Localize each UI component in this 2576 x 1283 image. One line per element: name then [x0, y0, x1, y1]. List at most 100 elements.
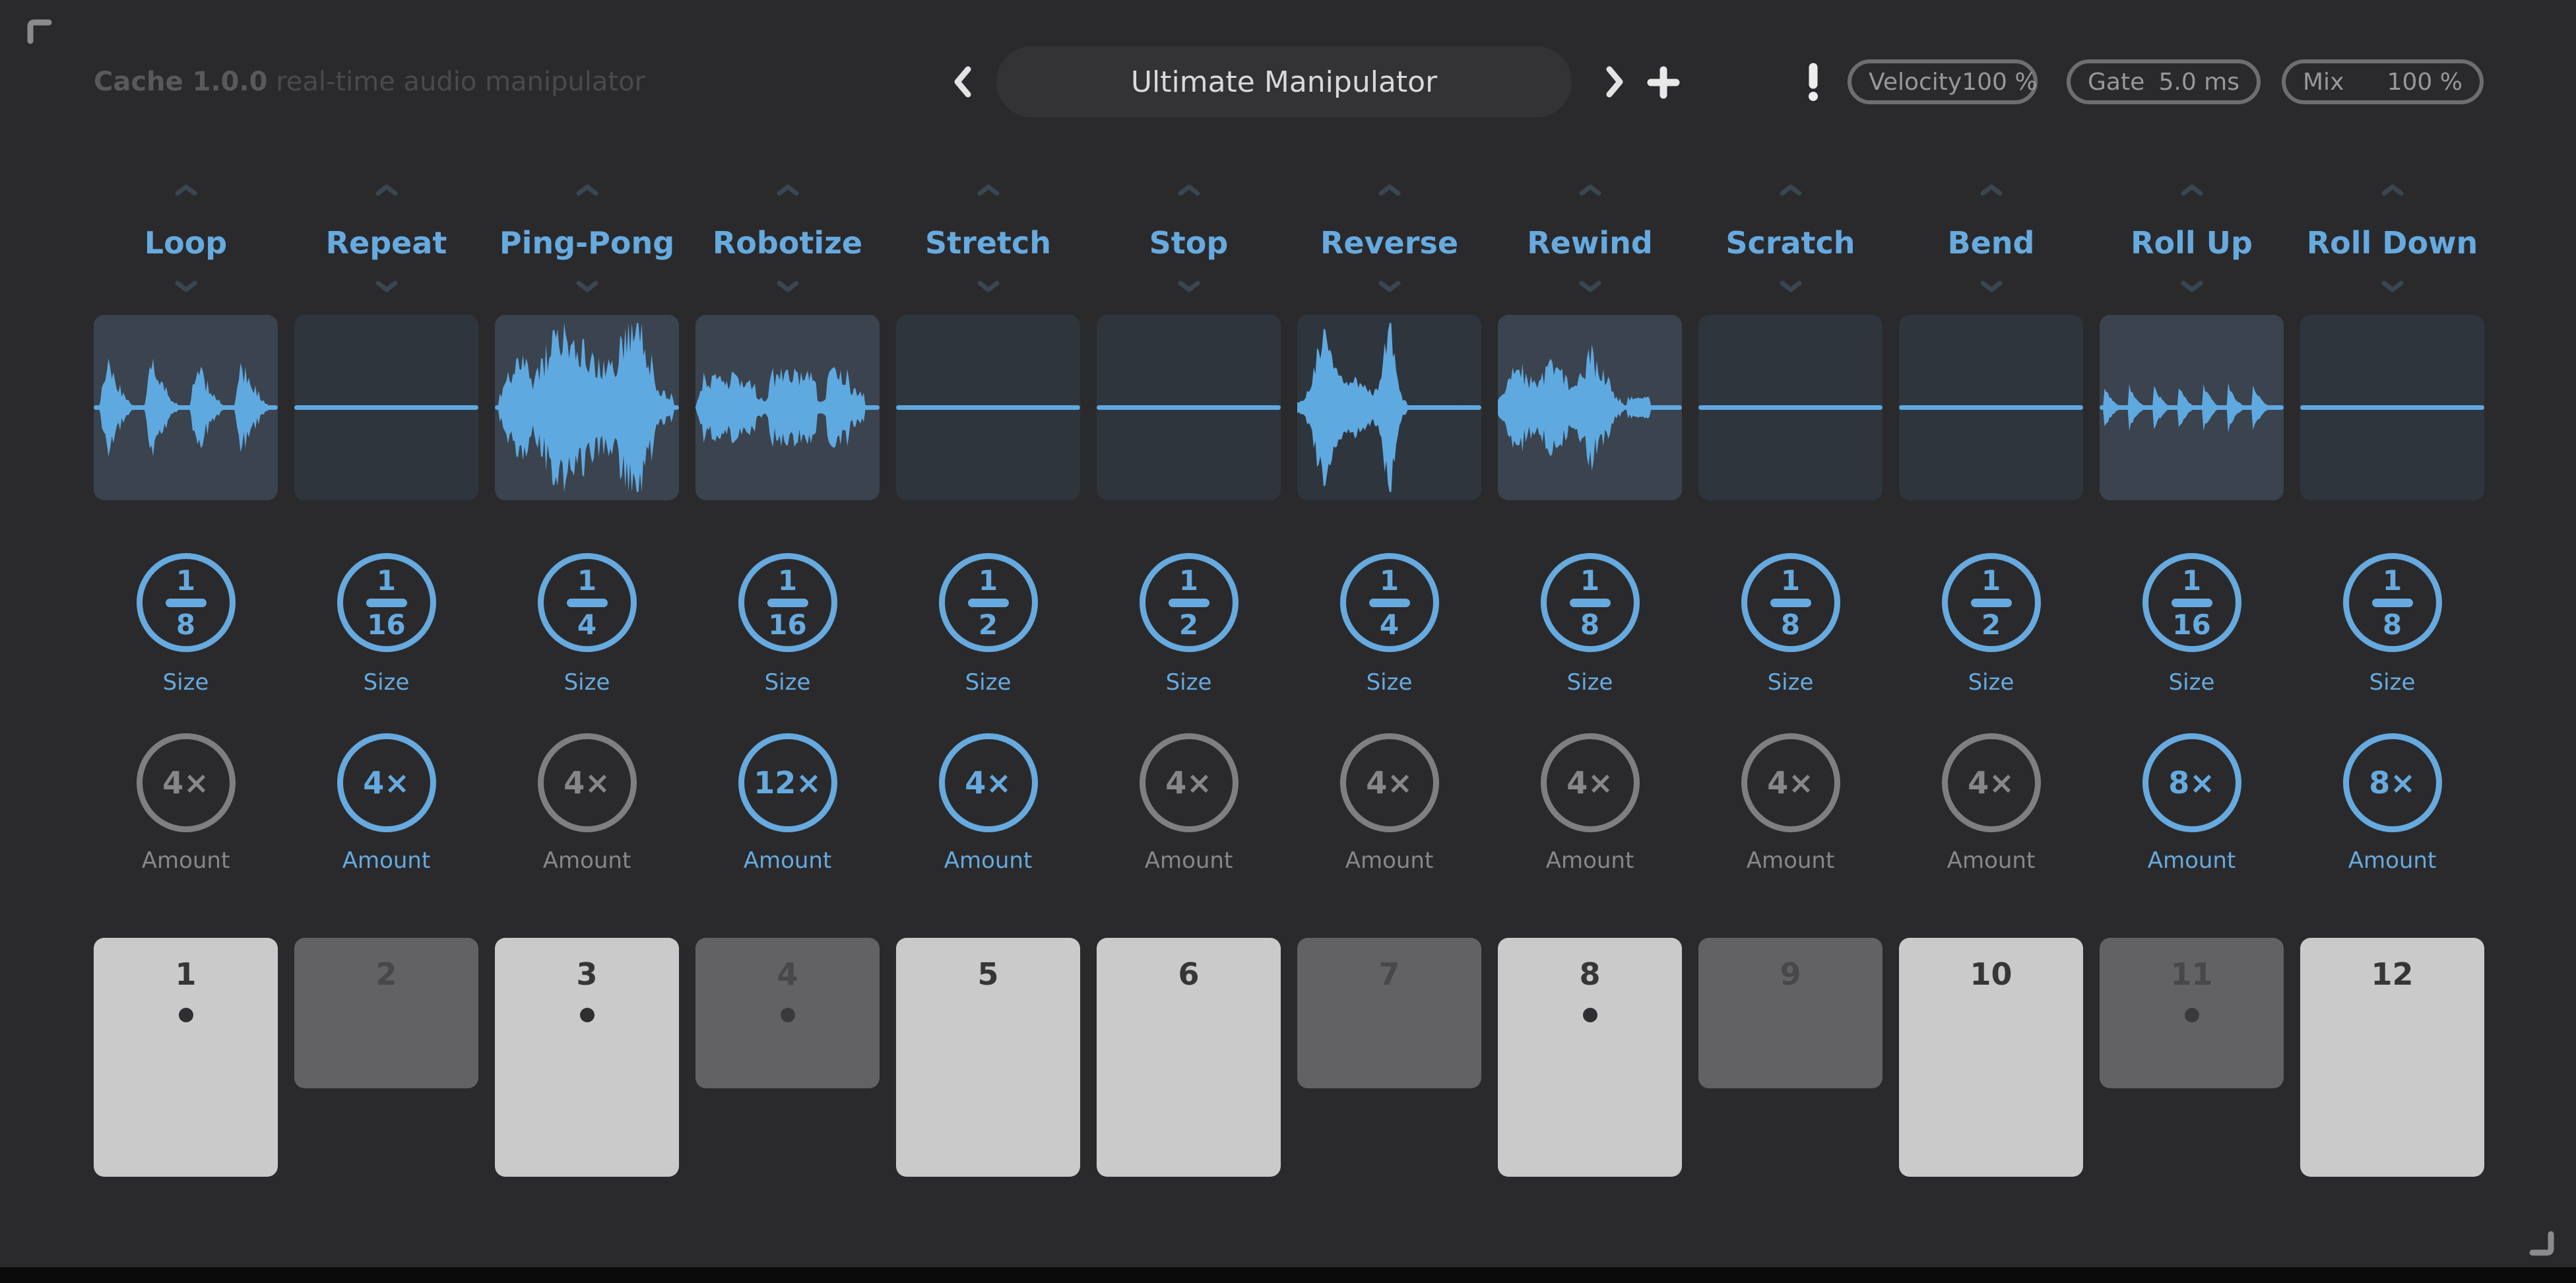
- effect-name[interactable]: Repeat: [326, 224, 447, 261]
- size-numerator: 1: [778, 567, 797, 595]
- amount-knob[interactable]: 12×: [738, 733, 837, 832]
- waveform-cell[interactable]: [294, 315, 478, 500]
- effect-name[interactable]: Stop: [1149, 224, 1229, 261]
- pad[interactable]: 11: [2100, 938, 2284, 1088]
- effect-up-selector[interactable]: [775, 183, 800, 197]
- effect-up-selector[interactable]: [976, 183, 1001, 197]
- amount-knob[interactable]: 4×: [1140, 733, 1239, 832]
- preset-add-button[interactable]: [1647, 66, 1680, 99]
- resize-corner-bottom-right-icon[interactable]: [2527, 1229, 2558, 1259]
- waveform-cell[interactable]: [1698, 315, 1883, 500]
- amount-knob[interactable]: 4×: [137, 733, 236, 832]
- effect-down-selector[interactable]: [1377, 280, 1402, 293]
- size-knob[interactable]: 1 8: [137, 553, 236, 652]
- effect-down-selector[interactable]: [1176, 280, 1202, 293]
- effect-down-selector[interactable]: [2179, 280, 2205, 293]
- pad[interactable]: 2: [294, 938, 478, 1088]
- effect-name[interactable]: Reverse: [1320, 224, 1458, 261]
- velocity-control[interactable]: Velocity 100 %: [1848, 59, 2038, 104]
- size-knob[interactable]: 1 8: [1741, 553, 1840, 652]
- pad[interactable]: 1: [94, 938, 278, 1177]
- amount-knob[interactable]: 4×: [1340, 733, 1439, 832]
- effect-name[interactable]: Scratch: [1725, 224, 1855, 261]
- velocity-label: Velocity: [1869, 69, 1962, 96]
- amount-knob[interactable]: 4×: [337, 733, 436, 832]
- pad[interactable]: 5: [896, 938, 1080, 1177]
- waveform-cell[interactable]: [2300, 315, 2484, 500]
- amount-knob[interactable]: 8×: [2142, 733, 2241, 832]
- waveform-cell[interactable]: [695, 315, 880, 500]
- effect-name[interactable]: Roll Up: [2131, 224, 2253, 261]
- size-numerator: 1: [1981, 567, 2001, 595]
- effect-name[interactable]: Rewind: [1527, 224, 1653, 261]
- effect-up-selector[interactable]: [1578, 183, 1603, 197]
- effect-down-selector[interactable]: [2380, 280, 2405, 293]
- amount-knob[interactable]: 4×: [1741, 733, 1840, 832]
- effect-down-selector[interactable]: [1778, 280, 1803, 293]
- size-knob[interactable]: 1 16: [738, 553, 837, 652]
- preset-next-button[interactable]: [1603, 65, 1626, 99]
- amount-knob[interactable]: 4×: [939, 733, 1038, 832]
- effect-up-selector[interactable]: [1778, 183, 1803, 197]
- effect-name[interactable]: Ping-Pong: [499, 224, 674, 261]
- pad[interactable]: 3: [495, 938, 679, 1177]
- size-knob[interactable]: 1 2: [1140, 553, 1239, 652]
- pad[interactable]: 4: [695, 938, 880, 1088]
- effect-down-selector[interactable]: [575, 280, 600, 293]
- effect-down-selector[interactable]: [174, 280, 199, 293]
- pad[interactable]: 9: [1698, 938, 1883, 1088]
- size-knob[interactable]: 1 16: [337, 553, 436, 652]
- effect-down-selector[interactable]: [374, 280, 399, 293]
- amount-knob[interactable]: 4×: [538, 733, 637, 832]
- size-knob[interactable]: 1 8: [2343, 553, 2442, 652]
- waveform-cell[interactable]: [1899, 315, 2083, 500]
- size-knob[interactable]: 1 16: [2142, 553, 2241, 652]
- waveform-cell[interactable]: [1498, 315, 1682, 500]
- mix-control[interactable]: Mix 100 %: [2282, 59, 2484, 104]
- pad[interactable]: 8: [1498, 938, 1682, 1177]
- effect-down-selector[interactable]: [976, 280, 1001, 293]
- effect-column: Scratch 1 8 Size 4× Amount 9: [1698, 183, 1883, 1177]
- waveform-cell[interactable]: [896, 315, 1080, 500]
- amount-knob[interactable]: 8×: [2343, 733, 2442, 832]
- effect-down-selector[interactable]: [1979, 280, 2004, 293]
- effect-name[interactable]: Robotize: [713, 224, 862, 261]
- pad[interactable]: 7: [1297, 938, 1481, 1088]
- size-denominator: 8: [1781, 611, 1800, 639]
- size-knob[interactable]: 1 2: [1942, 553, 2041, 652]
- effect-name[interactable]: Bend: [1948, 224, 2035, 261]
- preset-selector[interactable]: Ultimate Manipulator: [996, 46, 1572, 117]
- effect-up-selector[interactable]: [1176, 183, 1202, 197]
- effect-name[interactable]: Stretch: [925, 224, 1051, 261]
- effect-name[interactable]: Loop: [145, 224, 227, 261]
- pad[interactable]: 10: [1899, 938, 2083, 1177]
- pad-number: 2: [375, 956, 397, 992]
- effect-up-selector[interactable]: [2179, 183, 2205, 197]
- pad[interactable]: 12: [2300, 938, 2484, 1177]
- effect-column: Stop 1 2 Size 4× Amount 6: [1097, 183, 1281, 1177]
- effect-up-selector[interactable]: [2380, 183, 2405, 197]
- effect-up-selector[interactable]: [374, 183, 399, 197]
- waveform-cell[interactable]: [94, 315, 278, 500]
- waveform-cell[interactable]: [1297, 315, 1481, 500]
- effect-up-selector[interactable]: [1979, 183, 2004, 197]
- waveform-cell[interactable]: [1097, 315, 1281, 500]
- waveform-cell[interactable]: [495, 315, 679, 500]
- pad[interactable]: 6: [1097, 938, 1281, 1177]
- gate-control[interactable]: Gate 5.0 ms: [2067, 59, 2261, 104]
- size-knob[interactable]: 1 4: [1340, 553, 1439, 652]
- effect-up-selector[interactable]: [174, 183, 199, 197]
- effect-up-selector[interactable]: [575, 183, 600, 197]
- effect-name[interactable]: Roll Down: [2307, 224, 2478, 261]
- effect-up-selector[interactable]: [1377, 183, 1402, 197]
- size-knob[interactable]: 1 2: [939, 553, 1038, 652]
- effect-down-selector[interactable]: [775, 280, 800, 293]
- amount-knob[interactable]: 4×: [1942, 733, 2041, 832]
- size-knob[interactable]: 1 8: [1541, 553, 1640, 652]
- waveform-cell[interactable]: [2100, 315, 2284, 500]
- preset-prev-button[interactable]: [951, 65, 974, 99]
- size-knob[interactable]: 1 4: [538, 553, 637, 652]
- alert-icon[interactable]: [1807, 62, 1820, 102]
- amount-knob[interactable]: 4×: [1541, 733, 1640, 832]
- effect-down-selector[interactable]: [1578, 280, 1603, 293]
